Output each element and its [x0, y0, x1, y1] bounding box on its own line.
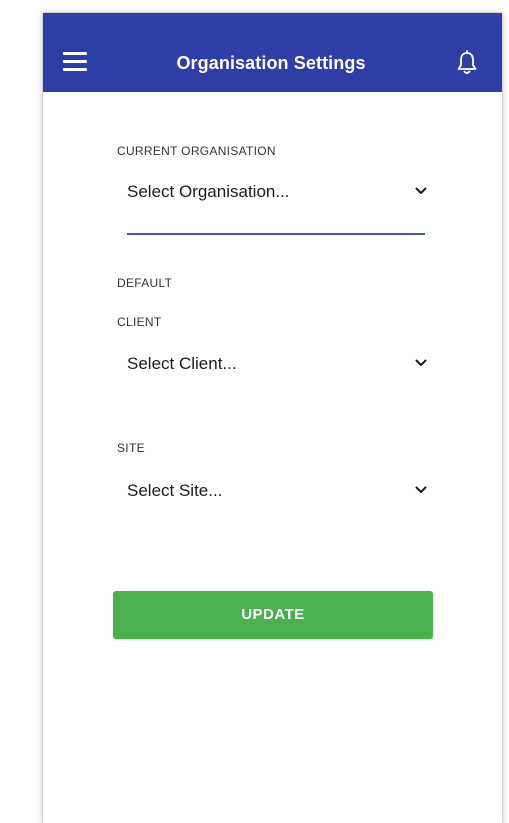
mobile-app-screen: Organisation Settings CURRENT ORGANISATI…: [43, 13, 502, 823]
client-select[interactable]: Select Client...: [127, 348, 427, 384]
site-label: SITE: [117, 441, 145, 455]
page-title: Organisation Settings: [176, 53, 366, 73]
hamburger-menu-icon[interactable]: [63, 52, 91, 74]
client-label: CLIENT: [117, 315, 162, 329]
organisation-select[interactable]: Select Organisation...: [127, 176, 427, 212]
page: Organisation Settings CURRENT ORGANISATI…: [0, 0, 509, 823]
chevron-down-icon: [415, 359, 427, 366]
menu-bar: [63, 52, 87, 55]
organisation-select-value: Select Organisation...: [127, 182, 290, 201]
app-bar: Organisation Settings: [43, 13, 502, 92]
client-select-value: Select Client...: [127, 354, 237, 373]
bell-icon[interactable]: [456, 50, 478, 76]
update-button[interactable]: UPDATE: [113, 591, 433, 639]
bell-icon-graphic: [457, 50, 477, 74]
chevron-down-icon: [415, 486, 427, 493]
menu-bar: [63, 68, 87, 71]
menu-bar: [63, 60, 87, 63]
chevron-down-icon: [415, 187, 427, 194]
default-section-label: DEFAULT: [117, 276, 173, 290]
site-select[interactable]: Select Site...: [127, 475, 427, 511]
organisation-select-underline: [127, 233, 425, 235]
site-select-value: Select Site...: [127, 481, 223, 500]
current-organisation-label: CURRENT ORGANISATION: [117, 144, 276, 158]
